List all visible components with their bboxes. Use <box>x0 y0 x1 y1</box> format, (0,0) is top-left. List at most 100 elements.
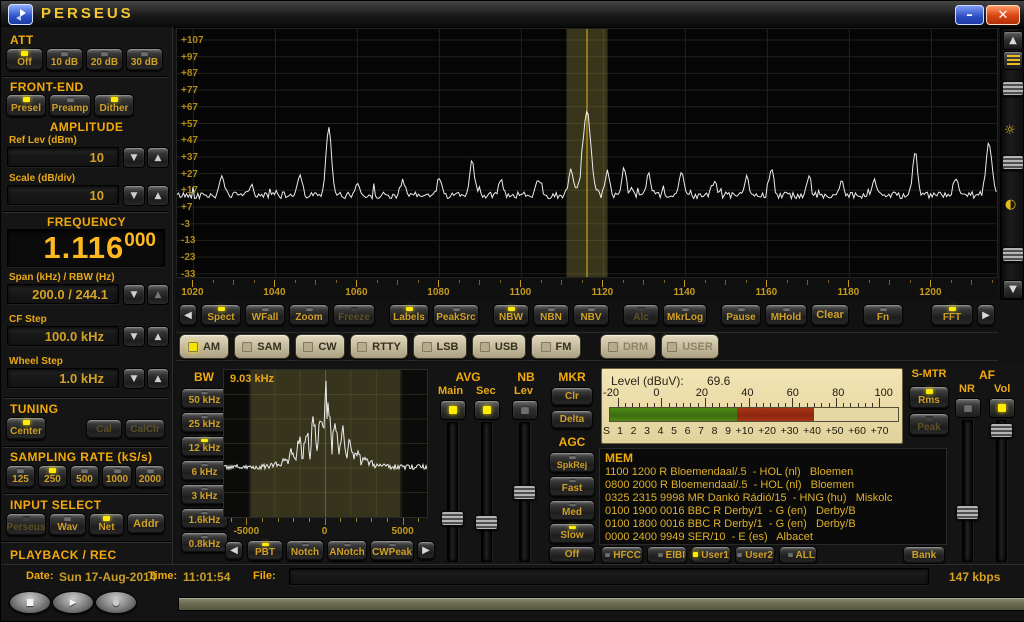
filter-notch-button[interactable]: Notch <box>286 540 324 561</box>
mode-fm-button[interactable]: FM <box>531 334 581 359</box>
wheel-step-down-spinner[interactable]: ▼ <box>123 368 145 389</box>
input-perseus-button[interactable]: Perseus <box>6 513 46 536</box>
avg-main-slider[interactable] <box>441 422 464 562</box>
preamp-button[interactable]: Preamp <box>49 94 91 117</box>
record-button[interactable]: ● <box>95 591 137 614</box>
toolbar-alc-button[interactable]: Alc <box>623 304 659 326</box>
agc-slow-button[interactable]: Slow <box>549 523 595 544</box>
toolbar-nbv-button[interactable]: NBV <box>573 304 609 326</box>
span-down-spinner[interactable]: ▼ <box>123 284 145 305</box>
agc-fast-button[interactable]: Fast <box>549 476 595 497</box>
ref-lev-down-spinner[interactable]: ▼ <box>123 147 145 168</box>
toolbar-mkrlog-button[interactable]: MkrLog <box>663 304 707 326</box>
filter-passband-display[interactable]: 9.03 kHz <box>223 369 428 518</box>
nb-lev-slider[interactable] <box>513 422 536 562</box>
scroll-up-button[interactable]: ▲ <box>1003 31 1023 50</box>
af-nr-toggle[interactable] <box>955 398 981 418</box>
presel-button[interactable]: Presel <box>6 94 46 117</box>
mem-hfcc-button[interactable]: HFCC <box>601 546 643 564</box>
s-mtr-peak-button[interactable]: Peak <box>909 413 949 436</box>
memory-list-item[interactable]: 0000 2400 9949 SER/10 - E (es) Albacet <box>600 531 946 544</box>
toolbar-fn-button[interactable]: Fn <box>863 304 903 326</box>
af-vol-slider-handle[interactable] <box>990 423 1013 438</box>
toolbar-mhold-button[interactable]: MHold <box>765 304 807 326</box>
mem-user2-button[interactable]: User2 <box>735 546 775 564</box>
bw-0-8khz-button[interactable]: 0.8kHz <box>181 532 228 553</box>
input-wav-button[interactable]: Wav <box>49 513 86 536</box>
memory-list-item[interactable]: 0100 1800 0016 BBC R Derby/1 - G (en) De… <box>600 518 946 531</box>
input-addr-button[interactable]: Addr <box>127 513 165 534</box>
filter-pbt-button[interactable]: PBT <box>247 540 283 561</box>
memory-list-item[interactable]: 0325 2315 9998 MR Dankó Rádió/15 - HNG (… <box>600 492 946 505</box>
sampling-2000-button[interactable]: 2000 <box>135 465 165 488</box>
toolbar-spect-button[interactable]: Spect <box>201 304 241 326</box>
mode-rtty-button[interactable]: RTTY <box>350 334 408 359</box>
avg-main-slider-handle[interactable] <box>441 511 464 526</box>
agc-off-button[interactable]: Off <box>549 546 595 563</box>
app-menu-icon[interactable] <box>8 4 33 25</box>
cf-step-down-spinner[interactable]: ▼ <box>123 326 145 347</box>
scale-slider-handle[interactable] <box>1002 81 1024 96</box>
af-vol-toggle[interactable] <box>989 398 1015 418</box>
sampling-250-button[interactable]: 250 <box>38 465 67 488</box>
ref-lev-up-spinner[interactable]: ▲ <box>147 147 169 168</box>
mem-eibi-button[interactable]: EIBI <box>647 546 687 564</box>
cf-step-up-spinner[interactable]: ▲ <box>147 326 169 347</box>
bw-3khz-button[interactable]: 3 kHz <box>181 484 228 505</box>
toolbar-nbn-button[interactable]: NBN <box>533 304 569 326</box>
mode-sam-button[interactable]: SAM <box>234 334 290 359</box>
file-field[interactable] <box>289 568 929 585</box>
span-up-spinner[interactable]: ▲ <box>147 284 169 305</box>
agc-spkrej-button[interactable]: SpkRej <box>549 452 595 473</box>
wheel-step-up-spinner[interactable]: ▲ <box>147 368 169 389</box>
toolbar-peaksrc-button[interactable]: PeakSrc <box>433 304 479 326</box>
toolbar-fft-button[interactable]: FFT <box>931 304 973 326</box>
avg-main-toggle[interactable] <box>440 400 466 420</box>
mode-am-button[interactable]: AM <box>179 334 229 359</box>
scale-field[interactable]: 10 <box>7 185 119 205</box>
toolbar-labels-button[interactable]: Labels <box>389 304 429 326</box>
toolbar-freeze-button[interactable]: Freeze <box>333 304 375 326</box>
mem-bank-button[interactable]: Bank <box>903 546 945 564</box>
bw-25khz-button[interactable]: 25 kHz <box>181 412 228 433</box>
filter-cwpeak-button[interactable]: CWPeak <box>370 540 414 561</box>
close-button[interactable]: ✕ <box>986 5 1020 25</box>
filter-left-arrow-button[interactable]: ◀ <box>225 541 243 560</box>
toolbar-left-arrow-button[interactable]: ◀ <box>179 304 197 326</box>
bw-1-6khz-button[interactable]: 1.6kHz <box>181 508 228 529</box>
scale-up-spinner[interactable]: ▲ <box>147 185 169 206</box>
tuning-cal-button[interactable]: Cal <box>86 419 122 439</box>
mode-usb-button[interactable]: USB <box>472 334 526 359</box>
wheel-step-field[interactable]: 1.0 kHz <box>7 368 119 388</box>
avg-sec-toggle[interactable] <box>474 400 500 420</box>
toolbar-clear-button[interactable]: Clear <box>811 304 849 326</box>
toolbar-right-arrow-button[interactable]: ▶ <box>977 304 995 326</box>
att-off-button[interactable]: Off <box>6 48 43 71</box>
nb-lev-toggle[interactable] <box>512 400 538 420</box>
minimize-button[interactable]: – <box>955 5 984 25</box>
mode-cw-button[interactable]: CW <box>295 334 345 359</box>
ref-lev-field[interactable]: 10 <box>7 147 119 167</box>
span-field[interactable]: 200.0 / 244.1 <box>7 284 119 304</box>
spectrum-lines-button[interactable] <box>1003 51 1023 70</box>
sampling-500-button[interactable]: 500 <box>70 465 99 488</box>
filter-right-arrow-button[interactable]: ▶ <box>417 541 435 560</box>
af-nr-slider-handle[interactable] <box>956 505 979 520</box>
dither-button[interactable]: Dither <box>94 94 134 117</box>
mode-user-button[interactable]: USER <box>661 334 719 359</box>
avg-sec-slider-handle[interactable] <box>475 515 498 530</box>
sampling-125-button[interactable]: 125 <box>6 465 35 488</box>
bw-12khz-button[interactable]: 12 kHz <box>181 436 228 457</box>
sampling-1000-button[interactable]: 1000 <box>102 465 132 488</box>
mem-all-button[interactable]: ALL <box>779 546 817 564</box>
memory-list-item[interactable]: 0800 2000 R Bloemendaal/.5 - HOL (nl) Bl… <box>600 479 946 492</box>
af-nr-slider[interactable] <box>956 420 979 562</box>
playback-progress-bar[interactable] <box>178 597 1024 611</box>
att-30db-button[interactable]: 30 dB <box>126 48 163 71</box>
memory-list-item[interactable]: 1100 1200 R Bloemendaal/.5 - HOL (nl) Bl… <box>600 466 946 479</box>
brightness-slider-handle[interactable] <box>1002 155 1024 170</box>
nb-lev-slider-handle[interactable] <box>513 485 536 500</box>
avg-sec-slider[interactable] <box>475 422 498 562</box>
mem-user1-button[interactable]: User1 <box>691 546 731 564</box>
memory-list-panel[interactable]: MEM 1100 1200 R Bloemendaal/.5 - HOL (nl… <box>599 448 947 545</box>
